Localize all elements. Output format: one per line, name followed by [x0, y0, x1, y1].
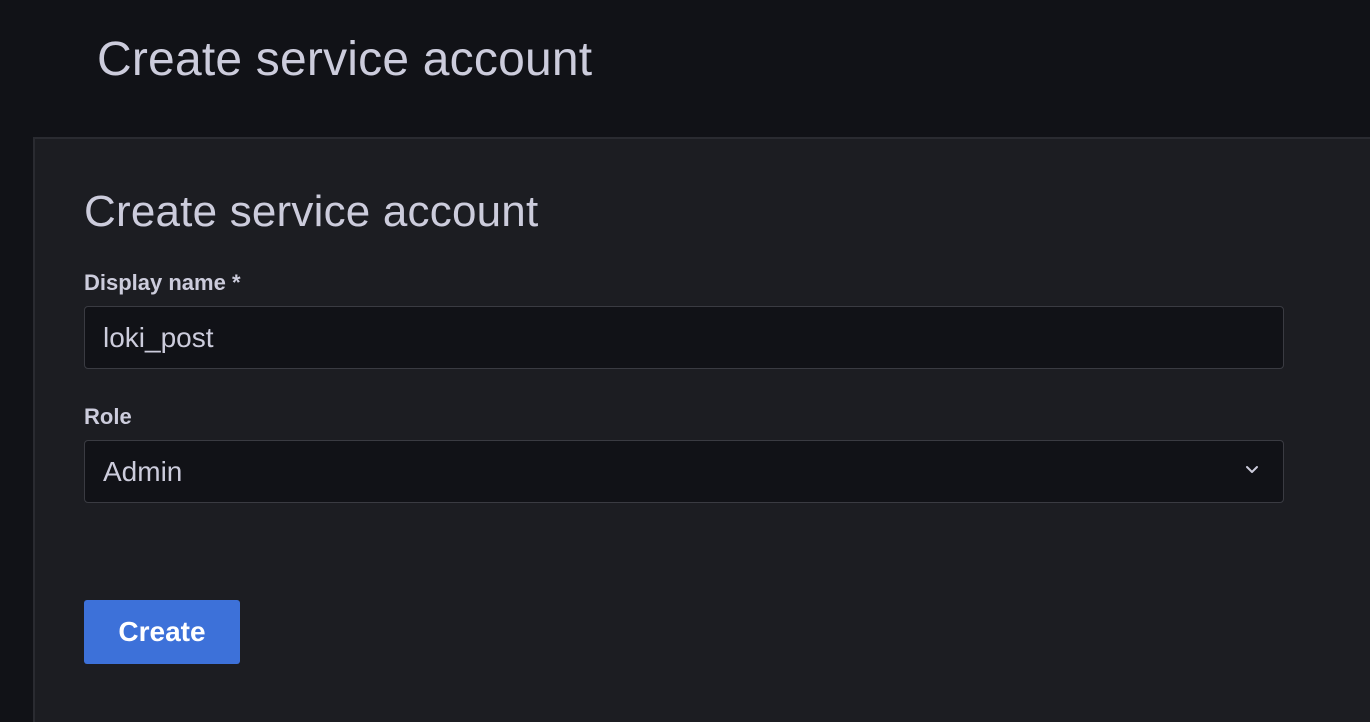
page: Create service account Create service ac… [0, 0, 1370, 722]
form-title: Create service account [84, 187, 539, 236]
page-title: Create service account [97, 33, 593, 86]
chevron-down-icon [1246, 466, 1258, 473]
role-select[interactable]: Admin [84, 440, 1284, 503]
form-panel: Create service account Display name * Ro… [33, 137, 1370, 722]
create-button[interactable]: Create [84, 600, 240, 664]
display-name-field-wrapper [84, 306, 1284, 369]
role-selected-value: Admin [103, 456, 183, 487]
display-name-input[interactable] [85, 307, 1283, 368]
display-name-label: Display name * [84, 270, 241, 295]
role-label: Role [84, 404, 132, 429]
